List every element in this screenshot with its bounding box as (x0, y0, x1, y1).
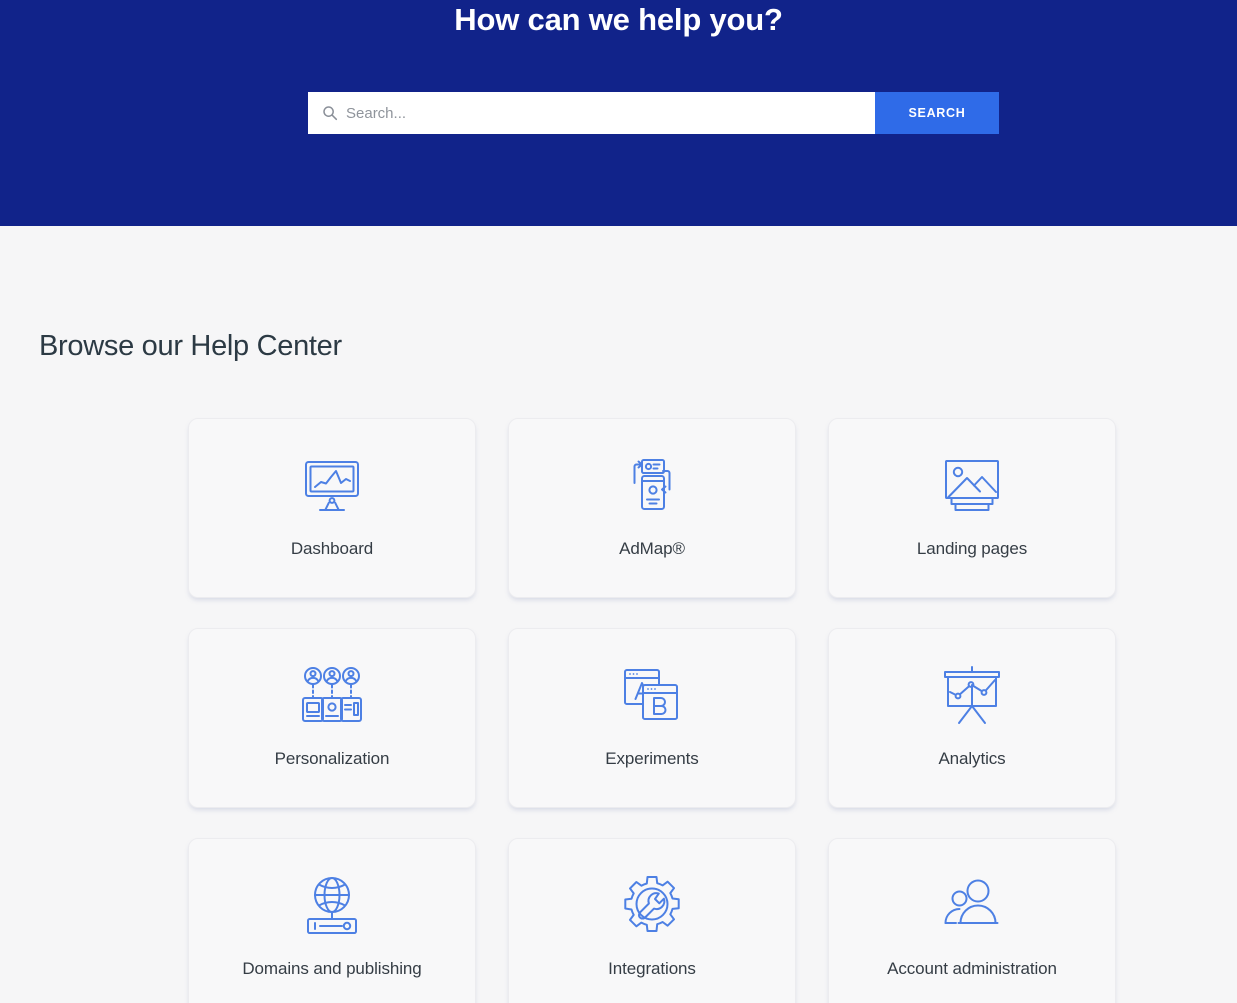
section-title-holder: Browse our Help Center (0, 226, 1237, 364)
globe-server-icon (297, 871, 367, 941)
help-card-label: Domains and publishing (242, 959, 422, 978)
help-card-label: Personalization (274, 749, 390, 768)
help-card-analytics[interactable]: Analytics (828, 628, 1116, 808)
help-card-label: Landing pages (916, 539, 1028, 558)
hero-banner: How can we help you? SEARCH (0, 0, 1237, 226)
page-title: How can we help you? (454, 2, 783, 37)
help-center-body: Browse our Help Center Dashboard AdMap® … (0, 226, 1237, 1003)
section-title: Browse our Help Center (39, 330, 342, 362)
help-card-label: Dashboard (290, 539, 374, 558)
help-card-personalization[interactable]: Personalization (188, 628, 476, 808)
users-segments-icon (297, 661, 367, 731)
people-group-icon (937, 871, 1007, 941)
image-landscape-icon (937, 451, 1007, 521)
help-topic-grid: Dashboard AdMap® Landing pages Personali… (188, 418, 1120, 1003)
search-field[interactable] (308, 92, 875, 134)
ab-test-windows-icon (617, 661, 687, 731)
help-card-domains-and-publishing[interactable]: Domains and publishing (188, 838, 476, 1003)
help-card-account-administration[interactable]: Account administration (828, 838, 1116, 1003)
help-card-landing-pages[interactable]: Landing pages (828, 418, 1116, 598)
help-card-experiments[interactable]: Experiments (508, 628, 796, 808)
help-card-integrations[interactable]: Integrations (508, 838, 796, 1003)
monitor-chart-icon (297, 451, 367, 521)
search-icon (322, 105, 338, 121)
help-card-label: Experiments (605, 749, 699, 768)
help-card-label: Account administration (887, 959, 1057, 978)
search-form: SEARCH (308, 92, 999, 134)
help-card-dashboard[interactable]: Dashboard (188, 418, 476, 598)
gear-wrench-icon (617, 871, 687, 941)
help-card-label: Analytics (938, 749, 1006, 768)
search-button[interactable]: SEARCH (875, 92, 999, 134)
search-input[interactable] (346, 92, 875, 134)
presentation-chart-icon (937, 661, 1007, 731)
help-card-admap[interactable]: AdMap® (508, 418, 796, 598)
help-card-label: AdMap® (619, 539, 685, 558)
admap-cards-cycle-icon (617, 451, 687, 521)
help-card-label: Integrations (608, 959, 696, 978)
